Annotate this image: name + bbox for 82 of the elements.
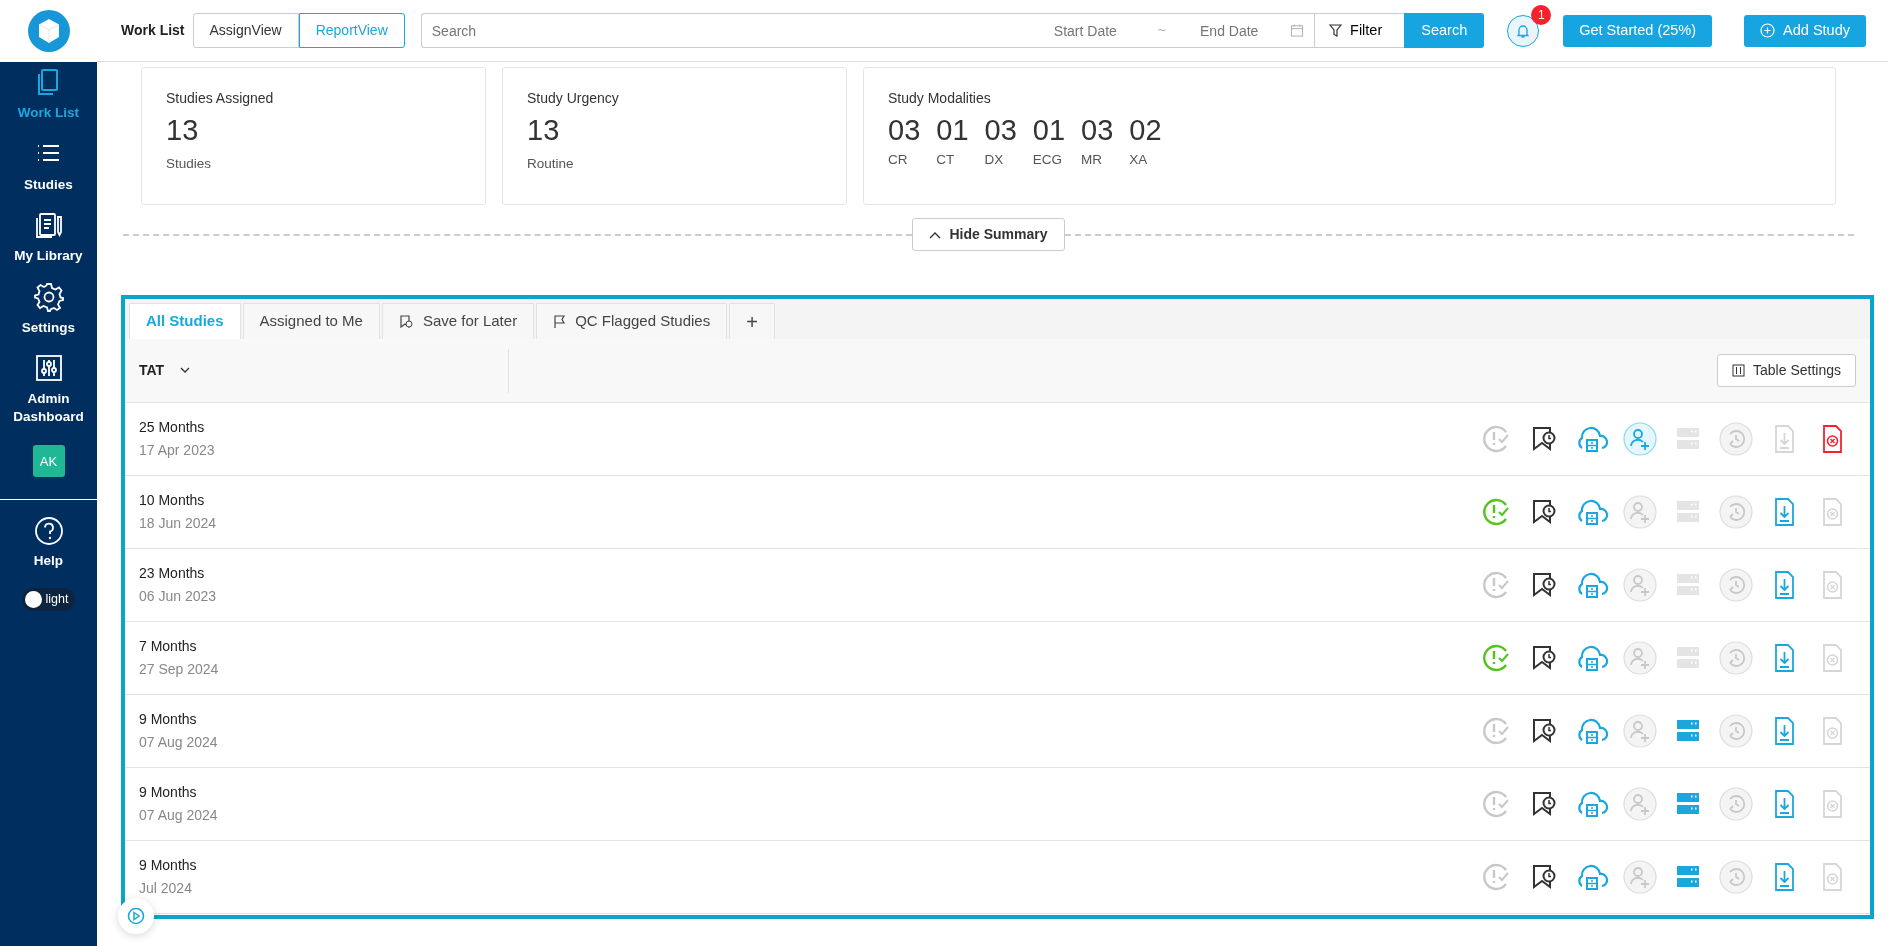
logo-icon (26, 9, 71, 53)
card-title: Studies Assigned (166, 89, 275, 108)
help-icon (33, 516, 64, 547)
tat-value: 9 Months (139, 710, 198, 729)
start-date-field[interactable]: Start Date (1043, 13, 1134, 48)
history-icon (1718, 713, 1754, 749)
bookmark-clock-icon (398, 314, 413, 329)
view-tab[interactable]: AssignView (192, 13, 299, 48)
history-icon (1718, 786, 1754, 822)
add-user-icon[interactable] (1622, 567, 1658, 603)
card-title: Study Urgency (527, 89, 620, 108)
tab[interactable]: + (729, 303, 775, 339)
tat-value: 10 Months (139, 491, 206, 510)
stat-caption: ECG (1032, 150, 1064, 169)
tat-value: 9 Months (139, 783, 198, 802)
help-link[interactable]: Help (0, 510, 97, 576)
filter-button[interactable]: Filter (1314, 13, 1405, 48)
study-date: 17 Apr 2023 (139, 441, 215, 460)
tat-value: 23 Months (139, 564, 206, 583)
stat-caption: MR (1081, 150, 1104, 169)
tat-value: 9 Months (139, 856, 197, 875)
add-user-icon[interactable] (1622, 859, 1658, 895)
study-date: 18 Jun 2024 (139, 514, 217, 533)
stat-value: 01 (1032, 113, 1066, 148)
sidebar-item[interactable]: Work List (0, 60, 97, 128)
tab[interactable]: QC Flagged Studies (536, 303, 728, 339)
sidebar-item[interactable]: Studies (0, 131, 97, 200)
stat-caption: Routine (527, 154, 575, 173)
stat-value: 03 (984, 113, 1017, 148)
sliders-icon (1732, 364, 1746, 377)
tab[interactable]: Save for Later (381, 303, 535, 339)
card-title: Study Modalities (888, 89, 992, 108)
table-settings-button[interactable]: Table Settings (1717, 354, 1856, 387)
study-date: 27 Sep 2024 (139, 660, 219, 679)
notification-count: 1 (1531, 4, 1552, 25)
column-header: TAT (139, 361, 165, 380)
tat-value: 7 Months (139, 637, 198, 656)
study-date: 06 Jun 2023 (139, 587, 217, 606)
stat-caption: Studies (166, 154, 213, 173)
play-icon (127, 907, 145, 925)
add-user-icon[interactable] (1622, 640, 1658, 676)
history-icon (1718, 859, 1754, 895)
stat-caption: CR (888, 150, 909, 169)
hide-summary-button[interactable]: Hide Summary (912, 218, 1065, 251)
stat-value: 13 (166, 113, 200, 148)
add-user-icon[interactable] (1622, 494, 1658, 530)
add-user-icon[interactable] (1622, 713, 1658, 749)
stat-value: 02 (1129, 113, 1162, 148)
study-date: 07 Aug 2024 (139, 806, 218, 825)
history-icon (1718, 640, 1754, 676)
add-user-icon[interactable] (1622, 786, 1658, 822)
bell-icon (1515, 22, 1532, 39)
plus-circle-icon (1760, 23, 1776, 38)
stat-value: 13 (527, 113, 561, 148)
study-date: 07 Aug 2024 (139, 733, 218, 752)
stat-caption: XA (1129, 150, 1149, 169)
chevron-down-icon (180, 367, 191, 374)
stat-value: 03 (1081, 113, 1114, 148)
add-user-icon[interactable] (1622, 421, 1658, 457)
sidebar-item[interactable]: Settings (0, 274, 97, 343)
sidebar-item[interactable]: Admin Dashboard (0, 346, 97, 432)
sidebar-item[interactable]: My Library (0, 203, 97, 271)
play-button[interactable] (118, 898, 154, 934)
stat-value: 03 (888, 113, 921, 148)
stat-caption: CT (936, 150, 956, 169)
history-icon (1718, 494, 1754, 530)
tab[interactable]: Assigned to Me (242, 303, 380, 339)
history-icon (1718, 567, 1754, 603)
flag-icon (553, 314, 566, 329)
theme-toggle[interactable]: light (21, 587, 76, 611)
settings-icon (32, 280, 65, 313)
study-date: Jul 2024 (139, 879, 193, 898)
stat-caption: DX (984, 150, 1005, 169)
end-date-field[interactable]: End Date (1190, 13, 1281, 48)
chevron-up-icon (929, 230, 942, 239)
notification-button[interactable] (1507, 14, 1540, 47)
search-field[interactable]: Search (420, 13, 1044, 48)
tat-value: 25 Months (139, 418, 206, 437)
page-title: Work List (121, 21, 185, 40)
filter-icon (1329, 24, 1343, 37)
stat-value: 01 (936, 113, 969, 148)
history-icon (1718, 421, 1754, 457)
